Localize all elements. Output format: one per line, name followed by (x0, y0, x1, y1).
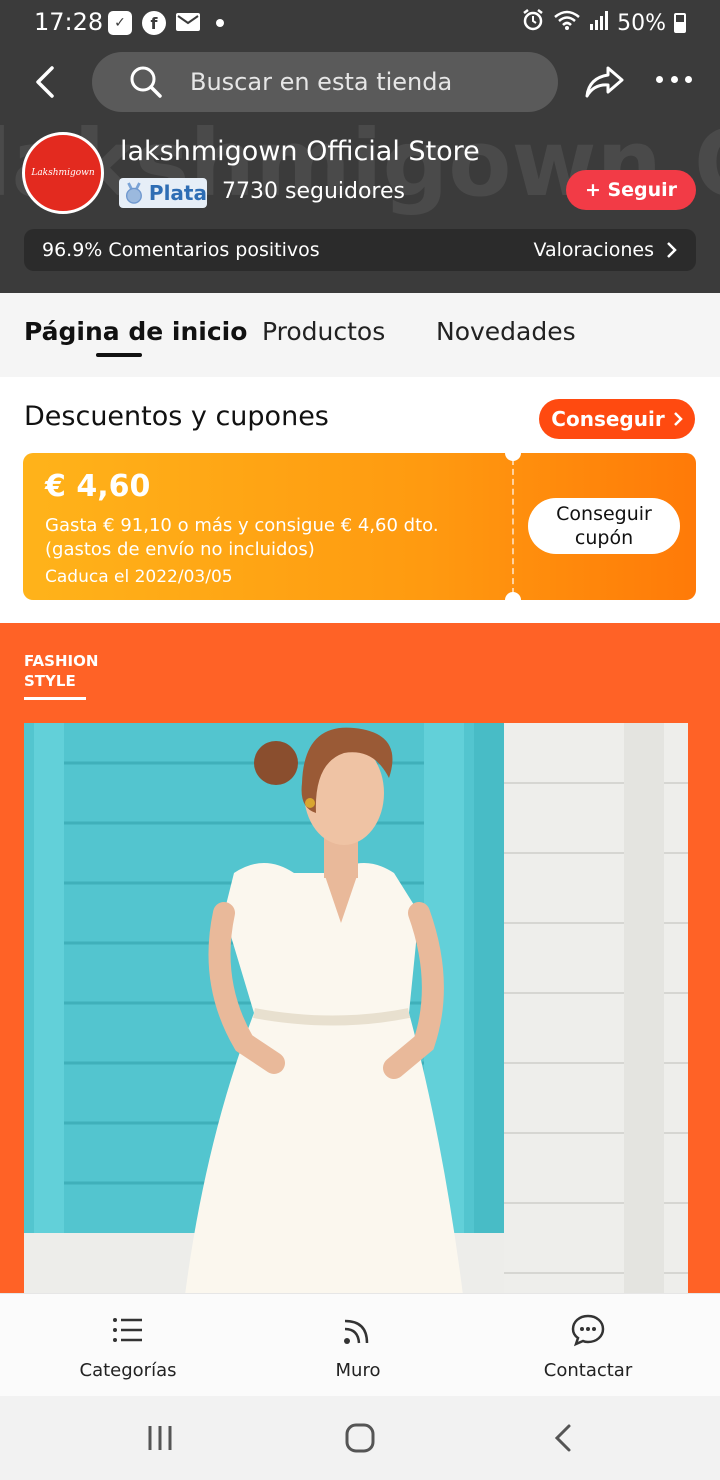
chevron-right-icon (667, 242, 677, 258)
chat-icon (571, 1314, 605, 1347)
list-icon (113, 1318, 142, 1342)
battery-icon (674, 13, 686, 33)
store-name: lakshmigown Official Store (120, 136, 480, 167)
store-logo-text: Lakshmigown (31, 168, 95, 178)
back-button[interactable] (28, 62, 64, 102)
notification-icon: ✓ (108, 11, 132, 35)
recent-apps-button[interactable] (144, 1422, 176, 1454)
tab-new[interactable]: Novedades (436, 317, 576, 346)
system-back-button[interactable] (548, 1422, 580, 1454)
search-placeholder: Buscar en esta tienda (190, 68, 453, 96)
active-tab-indicator (96, 353, 142, 357)
bottom-tab-categories[interactable]: Categorías (48, 1312, 208, 1381)
coupon-divider (512, 459, 514, 594)
status-bar: 17:28 ✓ f 50% (0, 0, 720, 44)
more-dot-icon (670, 76, 678, 83)
bottom-tab-label: Contactar (543, 1360, 633, 1381)
coupon-condition: Gasta € 91,10 o más y consigue € 4,60 dt… (45, 515, 439, 536)
coupon-section-title: Descuentos y cupones (24, 401, 329, 432)
status-notification-icons: ✓ f (108, 9, 224, 37)
claim-coupon-button[interactable]: Conseguir cupón (528, 498, 680, 554)
claim-coupon-label-1: Conseguir (556, 503, 652, 525)
positive-feedback: 96.9% Comentarios positivos (42, 239, 320, 261)
coupon-card: € 4,60 Gasta € 91,10 o más y consigue € … (23, 453, 696, 600)
share-button[interactable] (582, 64, 626, 100)
coupon-shipping-note: (gastos de envío no incluidos) (45, 539, 315, 560)
search-input[interactable]: Buscar en esta tienda (92, 52, 558, 112)
medal-icon (125, 182, 142, 204)
bottom-tab-label: Categorías (79, 1360, 177, 1381)
get-coupons-label: Conseguir (551, 407, 665, 431)
feed-icon (344, 1319, 369, 1344)
more-options-button[interactable] (656, 76, 692, 86)
search-icon (130, 66, 162, 98)
store-header: lakshmigown Official Store 17:28 ✓ f 50% (0, 0, 720, 293)
bottom-tab-bar: Categorías Muro Contactar (0, 1293, 720, 1396)
store-tabs: Página de inicio Productos Novedades (0, 293, 720, 377)
home-icon (345, 1423, 375, 1453)
claim-coupon-label-2: cupón (574, 527, 634, 549)
battery-percent: 50% (617, 10, 666, 36)
bottom-tab-contact[interactable]: Contactar (508, 1312, 668, 1381)
banner-photo (24, 723, 688, 1293)
dot-icon (216, 19, 224, 27)
more-dot-icon (656, 76, 663, 83)
bottom-tab-feed[interactable]: Muro (278, 1312, 438, 1381)
followers-count: 7730 seguidores (222, 179, 405, 204)
level-badge-label: Plata (148, 181, 207, 205)
ratings-link[interactable]: Valoraciones (533, 239, 678, 261)
bottom-tab-label: Muro (335, 1360, 381, 1381)
chevron-right-icon (673, 412, 683, 426)
system-navigation-bar (0, 1396, 720, 1480)
alarm-icon (521, 8, 545, 38)
bride-photo-illustration (24, 723, 688, 1293)
back-arrow-icon (36, 66, 54, 98)
coupon-notch-top (505, 453, 521, 461)
promo-banner[interactable]: FASHION STYLE (0, 623, 720, 1293)
banner-label-underline (24, 697, 86, 700)
wifi-icon (553, 9, 581, 37)
banner-label-line1: FASHION (24, 652, 99, 670)
nav-bar: Buscar en esta tienda (0, 50, 720, 114)
status-time: 17:28 (34, 8, 104, 36)
recent-apps-icon (148, 1426, 172, 1450)
tab-products[interactable]: Productos (262, 317, 385, 346)
rating-bar[interactable]: 96.9% Comentarios positivos Valoraciones (24, 229, 696, 271)
mail-icon (176, 9, 200, 37)
status-system-icons: 50% (521, 8, 686, 38)
signal-icon (589, 10, 609, 36)
banner-label-line2: STYLE (24, 672, 76, 690)
coupon-section: Descuentos y cupones Conseguir € 4,60 Ga… (0, 377, 720, 623)
ratings-label: Valoraciones (533, 239, 654, 261)
level-badge: Plata (119, 178, 207, 208)
back-icon (554, 1424, 571, 1452)
coupon-notch-bottom (505, 592, 521, 600)
get-coupons-button[interactable]: Conseguir (539, 399, 695, 439)
more-dot-icon (685, 76, 692, 83)
tab-home[interactable]: Página de inicio (24, 317, 247, 346)
coupon-expiry: Caduca el 2022/03/05 (45, 567, 233, 587)
coupon-amount: € 4,60 (45, 469, 151, 504)
store-logo[interactable]: Lakshmigown (22, 132, 104, 214)
follow-button[interactable]: + Seguir (566, 170, 696, 210)
facebook-icon: f (142, 11, 166, 35)
share-icon (585, 66, 624, 98)
banner-label: FASHION STYLE (24, 651, 98, 691)
home-button[interactable] (344, 1422, 376, 1454)
